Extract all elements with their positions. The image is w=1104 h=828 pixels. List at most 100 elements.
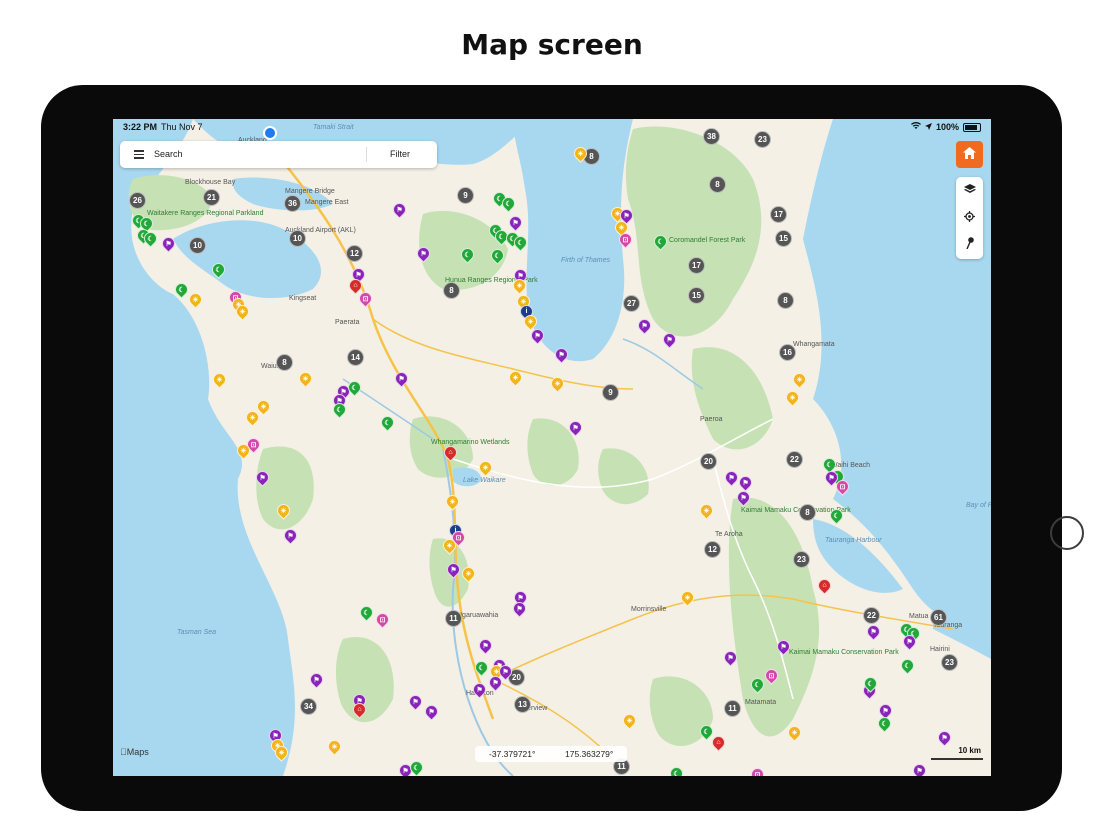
poi-pin-green[interactable]: ☾ [141,229,160,248]
poi-pin-green[interactable]: ☾ [407,758,426,776]
poi-pin-yellow[interactable]: ☀ [620,711,639,730]
poi-pin-green[interactable]: ☾ [378,413,397,432]
poi-pin-green[interactable]: ☾ [209,260,228,279]
cluster-marker[interactable]: 26 [129,192,146,209]
poi-pin-pink[interactable]: ⊡ [762,666,781,685]
poi-pin-purple[interactable]: ⚑ [470,680,489,699]
cluster-marker[interactable]: 13 [514,696,531,713]
poi-pin-red[interactable]: ⌂ [815,576,834,595]
poi-pin-red[interactable]: ⌂ [709,733,728,752]
search-button[interactable]: Search [154,149,183,159]
cluster-marker[interactable]: 11 [445,610,462,627]
poi-pin-green[interactable]: ☾ [499,194,518,213]
search-bar[interactable]: Search Filter [120,141,437,168]
poi-pin-purple[interactable]: ⚑ [506,213,525,232]
poi-pin-yellow[interactable]: ☀ [506,368,525,387]
poi-pin-purple[interactable]: ⚑ [900,632,919,651]
cluster-marker[interactable]: 61 [930,609,947,626]
poi-pin-purple[interactable]: ⚑ [528,326,547,345]
cluster-marker[interactable]: 15 [688,287,705,304]
poi-pin-green[interactable]: ☾ [667,764,686,776]
poi-pin-yellow[interactable]: ☀ [459,564,478,583]
poi-pin-purple[interactable]: ⚑ [635,316,654,335]
cluster-marker[interactable]: 23 [793,551,810,568]
cluster-marker[interactable]: 8 [709,176,726,193]
drop-pin-button[interactable] [956,231,983,258]
cluster-marker[interactable]: 9 [602,384,619,401]
filter-button[interactable]: Filter [390,149,410,159]
poi-pin-yellow[interactable]: ☀ [325,737,344,756]
poi-pin-purple[interactable]: ⚑ [392,369,411,388]
poi-pin-green[interactable]: ☾ [898,656,917,675]
list-icon[interactable] [134,150,144,159]
poi-pin-yellow[interactable]: ☀ [234,441,253,460]
home-button[interactable] [956,141,983,168]
poi-pin-green[interactable]: ☾ [875,714,894,733]
poi-pin-green[interactable]: ☾ [345,378,364,397]
poi-pin-green[interactable]: ☾ [488,246,507,265]
cluster-marker[interactable]: 17 [688,257,705,274]
poi-pin-yellow[interactable]: ☀ [476,458,495,477]
poi-pin-purple[interactable]: ⚑ [390,200,409,219]
map-screen[interactable]: AucklandTamaki StraitBlockhouse BayMange… [113,119,991,776]
poi-pin-green[interactable]: ☾ [827,506,846,525]
poi-pin-purple[interactable]: ⚑ [486,673,505,692]
poi-pin-purple[interactable]: ⚑ [307,670,326,689]
poi-pin-pink[interactable]: ⊡ [833,477,852,496]
cluster-marker[interactable]: 21 [203,189,220,206]
poi-pin-red[interactable]: ⌂ [350,700,369,719]
poi-pin-green[interactable]: ☾ [458,245,477,264]
poi-pin-yellow[interactable]: ☀ [510,276,529,295]
poi-pin-green[interactable]: ☾ [172,280,191,299]
poi-pin-yellow[interactable]: ☀ [790,370,809,389]
poi-pin-yellow[interactable]: ☀ [443,492,462,511]
poi-pin-yellow[interactable]: ☀ [243,408,262,427]
cluster-marker[interactable]: 8 [799,504,816,521]
cluster-marker[interactable]: 12 [346,245,363,262]
cluster-marker[interactable]: 8 [443,282,460,299]
poi-pin-purple[interactable]: ⚑ [422,702,441,721]
poi-pin-yellow[interactable]: ☀ [785,723,804,742]
poi-pin-yellow[interactable]: ☀ [571,144,590,163]
cluster-marker[interactable]: 10 [189,237,206,254]
cluster-marker[interactable]: 22 [786,451,803,468]
poi-pin-purple[interactable]: ⚑ [660,330,679,349]
poi-pin-purple[interactable]: ⚑ [552,345,571,364]
poi-pin-purple[interactable]: ⚑ [734,488,753,507]
poi-pin-purple[interactable]: ⚑ [414,244,433,263]
cluster-marker[interactable]: 23 [754,131,771,148]
poi-pin-purple[interactable]: ⚑ [159,234,178,253]
cluster-marker[interactable]: 27 [623,295,640,312]
poi-pin-purple[interactable]: ⚑ [721,648,740,667]
poi-pin-purple[interactable]: ⚑ [864,622,883,641]
cluster-marker[interactable]: 11 [724,700,741,717]
cluster-marker[interactable]: 12 [704,541,721,558]
poi-pin-yellow[interactable]: ☀ [233,302,252,321]
cluster-marker[interactable]: 15 [775,230,792,247]
cluster-marker[interactable]: 22 [863,607,880,624]
cluster-marker[interactable]: 34 [300,698,317,715]
poi-pin-yellow[interactable]: ☀ [296,369,315,388]
poi-pin-pink[interactable]: ⊡ [373,610,392,629]
poi-pin-pink[interactable]: ⊡ [356,289,375,308]
poi-pin-purple[interactable]: ⚑ [774,637,793,656]
poi-pin-purple[interactable]: ⚑ [566,418,585,437]
poi-pin-yellow[interactable]: ☀ [272,743,291,762]
poi-pin-yellow[interactable]: ☀ [697,501,716,520]
poi-pin-yellow[interactable]: ☀ [186,290,205,309]
poi-pin-green[interactable]: ☾ [861,674,880,693]
poi-pin-green[interactable]: ☾ [330,400,349,419]
poi-pin-purple[interactable]: ⚑ [444,560,463,579]
poi-pin-yellow[interactable]: ☀ [274,501,293,520]
poi-pin-purple[interactable]: ⚑ [253,468,272,487]
poi-pin-green[interactable]: ☾ [748,675,767,694]
cluster-marker[interactable]: 23 [941,654,958,671]
cluster-marker[interactable]: 14 [347,349,364,366]
poi-pin-purple[interactable]: ⚑ [736,473,755,492]
poi-pin-yellow[interactable]: ☀ [210,370,229,389]
poi-pin-pink[interactable]: ⊡ [616,230,635,249]
poi-pin-yellow[interactable]: ☀ [678,588,697,607]
apple-maps-attribution[interactable]: Maps [120,747,149,757]
cluster-marker[interactable]: 10 [289,230,306,247]
poi-pin-purple[interactable]: ⚑ [910,761,929,776]
